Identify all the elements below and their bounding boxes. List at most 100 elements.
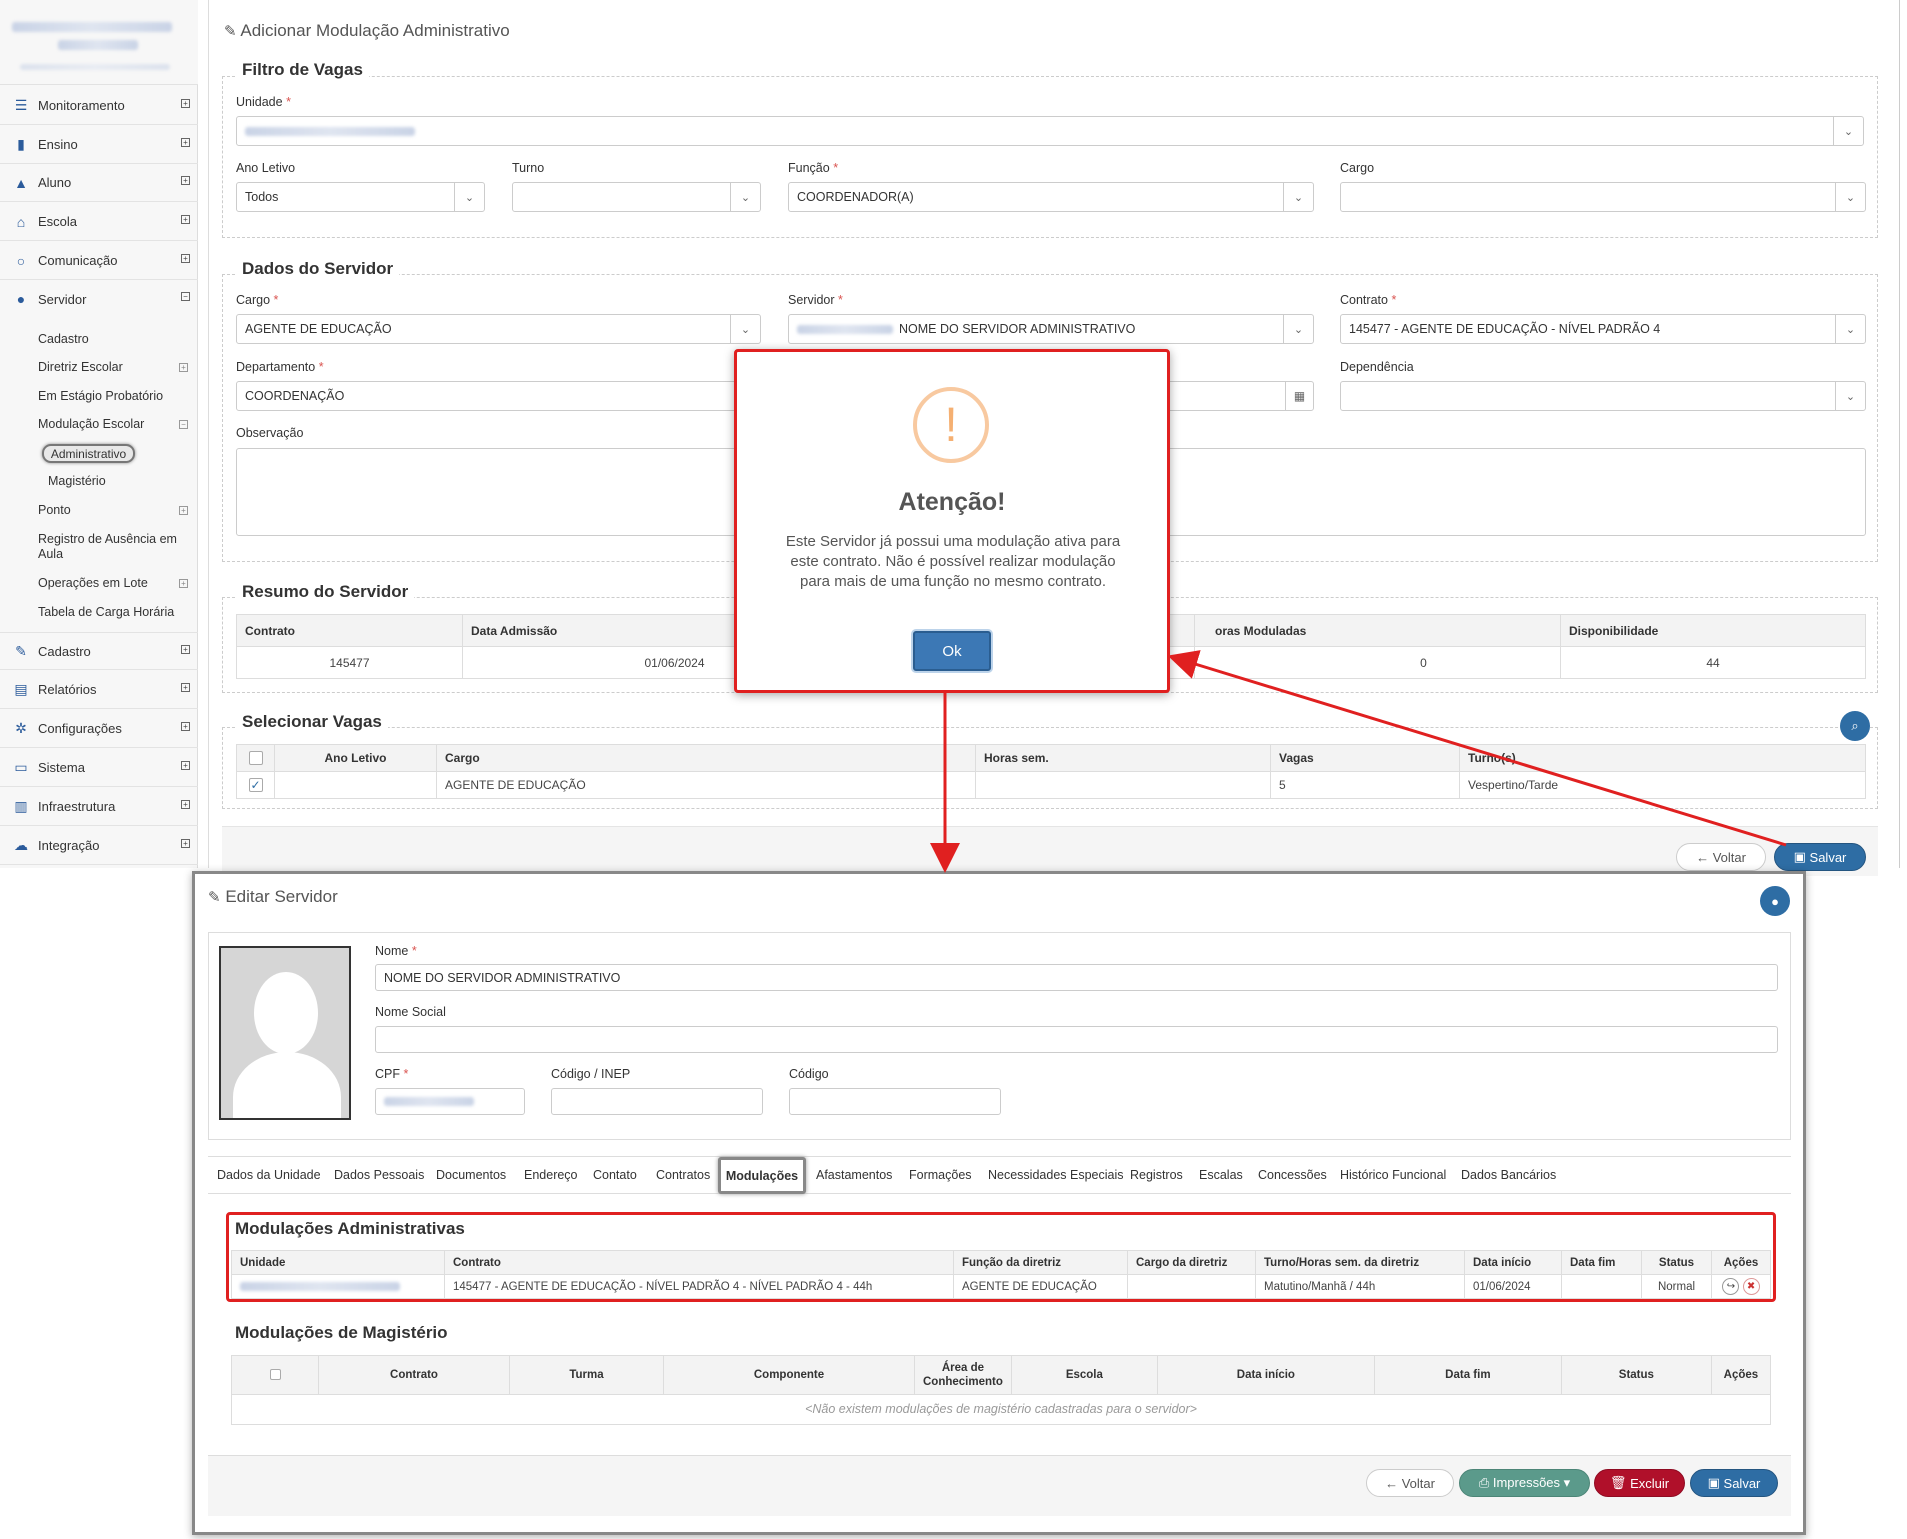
filtro-vagas-fieldset <box>222 76 1878 238</box>
tab-documentos[interactable]: Documentos <box>436 1168 506 1182</box>
cloud-icon: ☁ <box>14 837 28 853</box>
table-cell: 01/06/2024 <box>1464 1274 1562 1299</box>
unidade-select[interactable]: ⌄ <box>236 116 1864 146</box>
tab-modulacoes[interactable]: Modulações <box>718 1157 806 1194</box>
tab-registros[interactable]: Registros <box>1130 1168 1183 1182</box>
editar-title-text: Editar Servidor <box>225 887 338 906</box>
sidebar-subitem-operacoes-lote[interactable]: Operações em Lote <box>38 576 148 590</box>
tab-historico-funcional[interactable]: Histórico Funcional <box>1340 1168 1446 1182</box>
dependencia-select[interactable]: ⌄ <box>1340 381 1866 411</box>
sidebar-subitem-administrativo[interactable]: Administrativo <box>42 444 135 463</box>
col-header: Contrato <box>444 1250 954 1275</box>
cpf-input[interactable] <box>375 1088 525 1115</box>
voltar-button[interactable]: ← Voltar <box>1676 843 1766 871</box>
sidebar-item-integracao[interactable]: ☁ Integração + <box>0 827 198 865</box>
tabs-top-border <box>208 1156 1791 1157</box>
cargo-filtro-select[interactable]: ⌄ <box>1340 182 1866 212</box>
chevron-down-icon: ⌄ <box>1833 117 1863 145</box>
search-button[interactable]: ⌕ <box>1840 711 1870 741</box>
user-profile-button[interactable]: ● <box>1760 886 1790 916</box>
editar-title: ✎ Editar Servidor <box>208 887 338 907</box>
sidebar-item-label: Infraestrutura <box>38 799 116 814</box>
tab-contratos[interactable]: Contratos <box>656 1168 710 1182</box>
nome-input[interactable]: NOME DO SERVIDOR ADMINISTRATIVO <box>375 964 1778 991</box>
voltar-button-bottom[interactable]: ← Voltar <box>1366 1469 1454 1497</box>
tab-escalas[interactable]: Escalas <box>1199 1168 1243 1182</box>
sidebar-subitem-modulacao-escolar[interactable]: Modulação Escolar <box>38 417 144 431</box>
select-all-checkbox[interactable] <box>269 1369 281 1381</box>
col-header: Ações <box>1710 1355 1772 1395</box>
sidebar-subitem-estagio[interactable]: Em Estágio Probatório <box>38 389 163 403</box>
arrow-left-icon: ← <box>1696 849 1710 865</box>
excluir-label: Excluir <box>1630 1475 1670 1491</box>
contrato-label: Contrato * <box>1340 293 1397 307</box>
modal-message: Este Servidor já possui uma modulação at… <box>785 533 1121 590</box>
sidebar-subitem-diretriz-escolar[interactable]: Diretriz Escolar <box>38 360 123 374</box>
select-all-checkbox[interactable] <box>248 751 263 766</box>
ano-letivo-select[interactable]: Todos ⌄ <box>236 182 485 212</box>
servidor-select[interactable]: NOME DO SERVIDOR ADMINISTRATIVO ⌄ <box>788 314 1314 344</box>
col-header: Data fim <box>1561 1250 1642 1275</box>
departamento-value: COORDENAÇÃO <box>245 389 345 403</box>
col-header: Cargo da diretriz <box>1127 1250 1256 1275</box>
sidebar-item-sistema[interactable]: ▭ Sistema + <box>0 749 198 787</box>
forward-icon[interactable]: ↪ <box>1722 1278 1740 1295</box>
sidebar-item-escola[interactable]: ⌂ Escola + <box>0 203 198 241</box>
sidebar-item-infraestrutura[interactable]: ▥ Infraestrutura + <box>0 788 198 826</box>
sidebar-subitem-registro-ausencia[interactable]: Registro de Ausência em Aula <box>38 532 178 562</box>
sidebar-subitem-ponto[interactable]: Ponto <box>38 503 71 517</box>
salvar-button-bottom[interactable]: ▣ Salvar <box>1690 1469 1778 1497</box>
impressoes-button[interactable]: ⎙ Impressões ▾ <box>1459 1469 1590 1497</box>
sidebar-item-cadastro[interactable]: ✎ Cadastro + <box>0 632 198 670</box>
codigo-input[interactable] <box>789 1088 1001 1115</box>
cargo-select[interactable]: AGENTE DE EDUCAÇÃO ⌄ <box>236 314 761 344</box>
tab-dados-bancarios[interactable]: Dados Bancários <box>1461 1168 1556 1182</box>
user-icon: ● <box>1771 893 1779 909</box>
tab-necessidades-especiais[interactable]: Necessidades Especiais <box>988 1168 1124 1182</box>
sidebar-subitem-tabela-carga[interactable]: Tabela de Carga Horária <box>38 605 174 619</box>
funcao-select[interactable]: COORDENADOR(A) ⌄ <box>788 182 1314 212</box>
sidebar-item-configuracoes[interactable]: ✲ Configurações + <box>0 710 198 748</box>
turno-select[interactable]: ⌄ <box>512 182 761 212</box>
nome-social-input[interactable] <box>375 1026 1778 1053</box>
inep-input[interactable] <box>551 1088 763 1115</box>
tab-formacoes[interactable]: Formações <box>909 1168 972 1182</box>
table-cell: Normal <box>1641 1274 1712 1299</box>
departamento-select[interactable]: COORDENAÇÃO <box>236 381 761 411</box>
tab-contato[interactable]: Contato <box>593 1168 637 1182</box>
tab-dados-pessoais[interactable]: Dados Pessoais <box>334 1168 424 1182</box>
salvar-button[interactable]: ▣ Salvar <box>1774 843 1866 871</box>
sidebar-subitem-cadastro[interactable]: Cadastro <box>38 332 89 346</box>
contrato-value: 145477 - AGENTE DE EDUCAÇÃO - NÍVEL PADR… <box>1349 322 1661 336</box>
save-icon: ▣ <box>1793 849 1806 864</box>
row-checkbox[interactable]: ✓ <box>248 778 263 793</box>
tab-dados-unidade[interactable]: Dados da Unidade <box>217 1168 321 1182</box>
tab-endereco[interactable]: Endereço <box>524 1168 578 1182</box>
tab-afastamentos[interactable]: Afastamentos <box>816 1168 892 1182</box>
table-row[interactable]: ✓ AGENTE DE EDUCAÇÃO 5 Vespertino/Tarde <box>236 771 1866 799</box>
table-cell: 01/06/2024 <box>462 646 765 679</box>
data-input[interactable]: ▦ <box>1160 381 1314 411</box>
sidebar-item-relatorios[interactable]: ▤ Relatórios + <box>0 671 198 709</box>
sidebar-subitem-magisterio[interactable]: Magistério <box>48 474 106 488</box>
edit-icon: ✎ <box>224 23 237 40</box>
chevron-down-icon: ⌄ <box>730 183 760 211</box>
file-icon: ▤ <box>14 681 28 697</box>
building-icon: ▥ <box>14 798 28 814</box>
sidebar-item-monitoramento[interactable]: ☰ Monitoramento + <box>0 87 198 125</box>
sidebar-item-servidor[interactable]: ● Servidor − <box>0 280 198 318</box>
table-cell <box>1561 1274 1642 1299</box>
salvar-label: Salvar <box>1809 849 1847 865</box>
col-header: Unidade <box>231 1250 445 1275</box>
excluir-button[interactable]: 🗑 Excluir <box>1594 1469 1685 1497</box>
sidebar-item-aluno[interactable]: ▲ Aluno + <box>0 164 198 202</box>
sidebar-item-ensino[interactable]: ▮ Ensino + <box>0 126 198 164</box>
contrato-select[interactable]: 145477 - AGENTE DE EDUCAÇÃO - NÍVEL PADR… <box>1340 314 1866 344</box>
tab-concessoes[interactable]: Concessões <box>1258 1168 1327 1182</box>
col-header: Vagas <box>1270 744 1460 772</box>
ok-button[interactable]: Ok <box>913 631 991 671</box>
trash-icon[interactable]: ✖ <box>1742 1278 1760 1295</box>
sidebar-item-comunicacao[interactable]: ○ Comunicação + <box>0 242 198 280</box>
col-header: Contrato <box>318 1355 510 1395</box>
calendar-icon[interactable]: ▦ <box>1285 382 1313 410</box>
